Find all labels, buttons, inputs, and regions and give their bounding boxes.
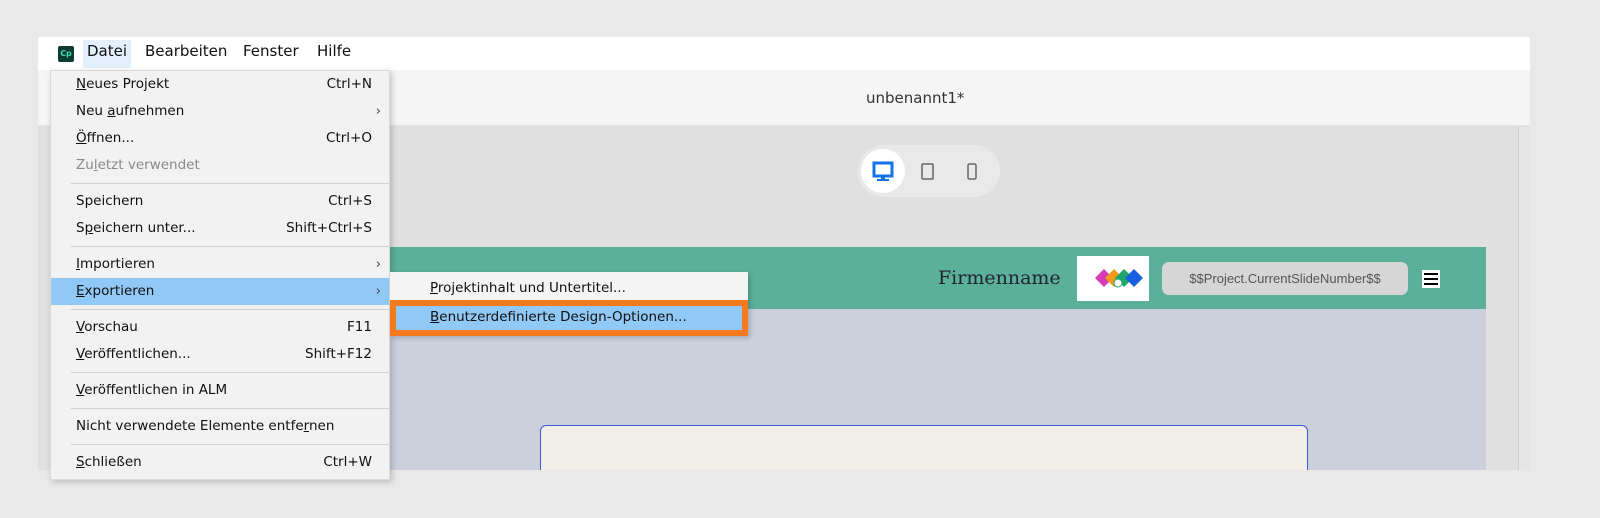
menu-item-projektinhalt-und-untertitel[interactable]: Projektinhalt und Untertitel... xyxy=(390,275,748,302)
menu-item-speichern[interactable]: Speichern Ctrl+S xyxy=(51,188,389,215)
hamburger-menu-icon[interactable] xyxy=(1422,270,1440,288)
menu-item-label: Vorschau xyxy=(76,319,138,335)
menu-item-label: Importieren xyxy=(76,256,155,272)
menu-separator xyxy=(71,372,389,373)
menu-item-label: Neues Projekt xyxy=(76,76,170,92)
content-card[interactable] xyxy=(540,425,1308,470)
chevron-right-icon: › xyxy=(375,103,381,119)
shortcut-label: Ctrl+O xyxy=(326,130,372,146)
menu-item-neues-projekt[interactable]: Neues Projekt Ctrl+N xyxy=(51,71,389,98)
shortcut-label: Shift+Ctrl+S xyxy=(286,220,372,236)
menu-item-label: Exportieren xyxy=(76,283,155,299)
tablet-view-button[interactable] xyxy=(906,149,950,193)
menu-item-label: Veröffentlichen... xyxy=(76,346,191,362)
phone-icon xyxy=(967,163,977,180)
menu-item-veröffentlichen-in-alm[interactable]: Veröffentlichen in ALM xyxy=(51,377,389,404)
right-panel xyxy=(1518,127,1530,470)
logo-placeholder-icon xyxy=(1095,269,1143,288)
menu-item-veröffentlichen[interactable]: Veröffentlichen... Shift+F12 xyxy=(51,341,389,368)
menu-item-label: Speichern unter... xyxy=(76,220,196,236)
company-name: Firmenname xyxy=(938,267,1061,289)
menu-separator xyxy=(71,309,389,310)
shortcut-label: Shift+F12 xyxy=(305,346,372,362)
company-logo-image[interactable] xyxy=(1077,256,1149,301)
menu-item-label: Projektinhalt und Untertitel... xyxy=(430,280,626,296)
shortcut-label: Ctrl+N xyxy=(326,76,372,92)
desktop-icon xyxy=(872,161,894,181)
file-menu-dropdown: Neues Projekt Ctrl+N Neu aufnehmen › Öffnen.… xyxy=(50,70,390,480)
menu-item-label: Nicht verwendete Elemente entfernen xyxy=(76,418,335,434)
menu-separator xyxy=(71,444,389,445)
menu-item-speichern-unter[interactable]: Speichern unter... Shift+Ctrl+S xyxy=(51,215,389,242)
menu-item-label: Veröffentlichen in ALM xyxy=(76,382,228,398)
menu-separator xyxy=(71,246,389,247)
menu-item-label: Neu aufnehmen xyxy=(76,103,185,119)
menu-item-zuletzt-verwendet: Zuletzt verwendet xyxy=(51,152,389,179)
menu-separator xyxy=(71,183,389,184)
menu-item-label: Schließen xyxy=(76,454,142,470)
menu-fenster[interactable]: Fenster xyxy=(239,40,303,68)
menu-hilfe[interactable]: Hilfe xyxy=(313,40,355,68)
shortcut-label: Ctrl+W xyxy=(323,454,372,470)
highlight-outline xyxy=(390,300,748,336)
menu-item-label: Zuletzt verwendet xyxy=(76,157,200,173)
desktop-view-button[interactable] xyxy=(861,149,905,193)
menu-item-label: Speichern xyxy=(76,193,144,209)
menu-separator xyxy=(71,408,389,409)
menu-item-nicht-verwendete-elemente-entfernen[interactable]: Nicht verwendete Elemente entfernen xyxy=(51,413,389,440)
phone-view-button[interactable] xyxy=(951,149,995,193)
tablet-icon xyxy=(921,163,934,180)
menu-item-exportieren[interactable]: Exportieren › xyxy=(51,278,389,305)
chevron-right-icon: › xyxy=(375,283,381,299)
shortcut-label: Ctrl+S xyxy=(328,193,372,209)
menu-datei[interactable]: Datei xyxy=(83,40,132,68)
menu-item-importieren[interactable]: Importieren › xyxy=(51,251,389,278)
menu-item-neu-aufnehmen[interactable]: Neu aufnehmen › xyxy=(51,98,389,125)
menu-bearbeiten[interactable]: Bearbeiten xyxy=(141,40,231,68)
chevron-right-icon: › xyxy=(375,256,381,272)
document-title: unbenannt1* xyxy=(866,89,965,107)
device-toggle xyxy=(858,145,1000,197)
menu-item-vorschau[interactable]: Vorschau F11 xyxy=(51,314,389,341)
menu-item-label: Öffnen... xyxy=(76,130,135,146)
menu-item-schließen[interactable]: Schließen Ctrl+W xyxy=(51,449,389,476)
shortcut-label: F11 xyxy=(347,319,372,335)
captivate-logo: Cp xyxy=(58,46,74,62)
menu-bar: Cp Datei Bearbeiten Fenster Hilfe xyxy=(38,37,1530,70)
slide-number-field[interactable]: $$Project.CurrentSlideNumber$$ xyxy=(1162,262,1408,295)
menu-item-öffnen[interactable]: Öffnen... Ctrl+O xyxy=(51,125,389,152)
